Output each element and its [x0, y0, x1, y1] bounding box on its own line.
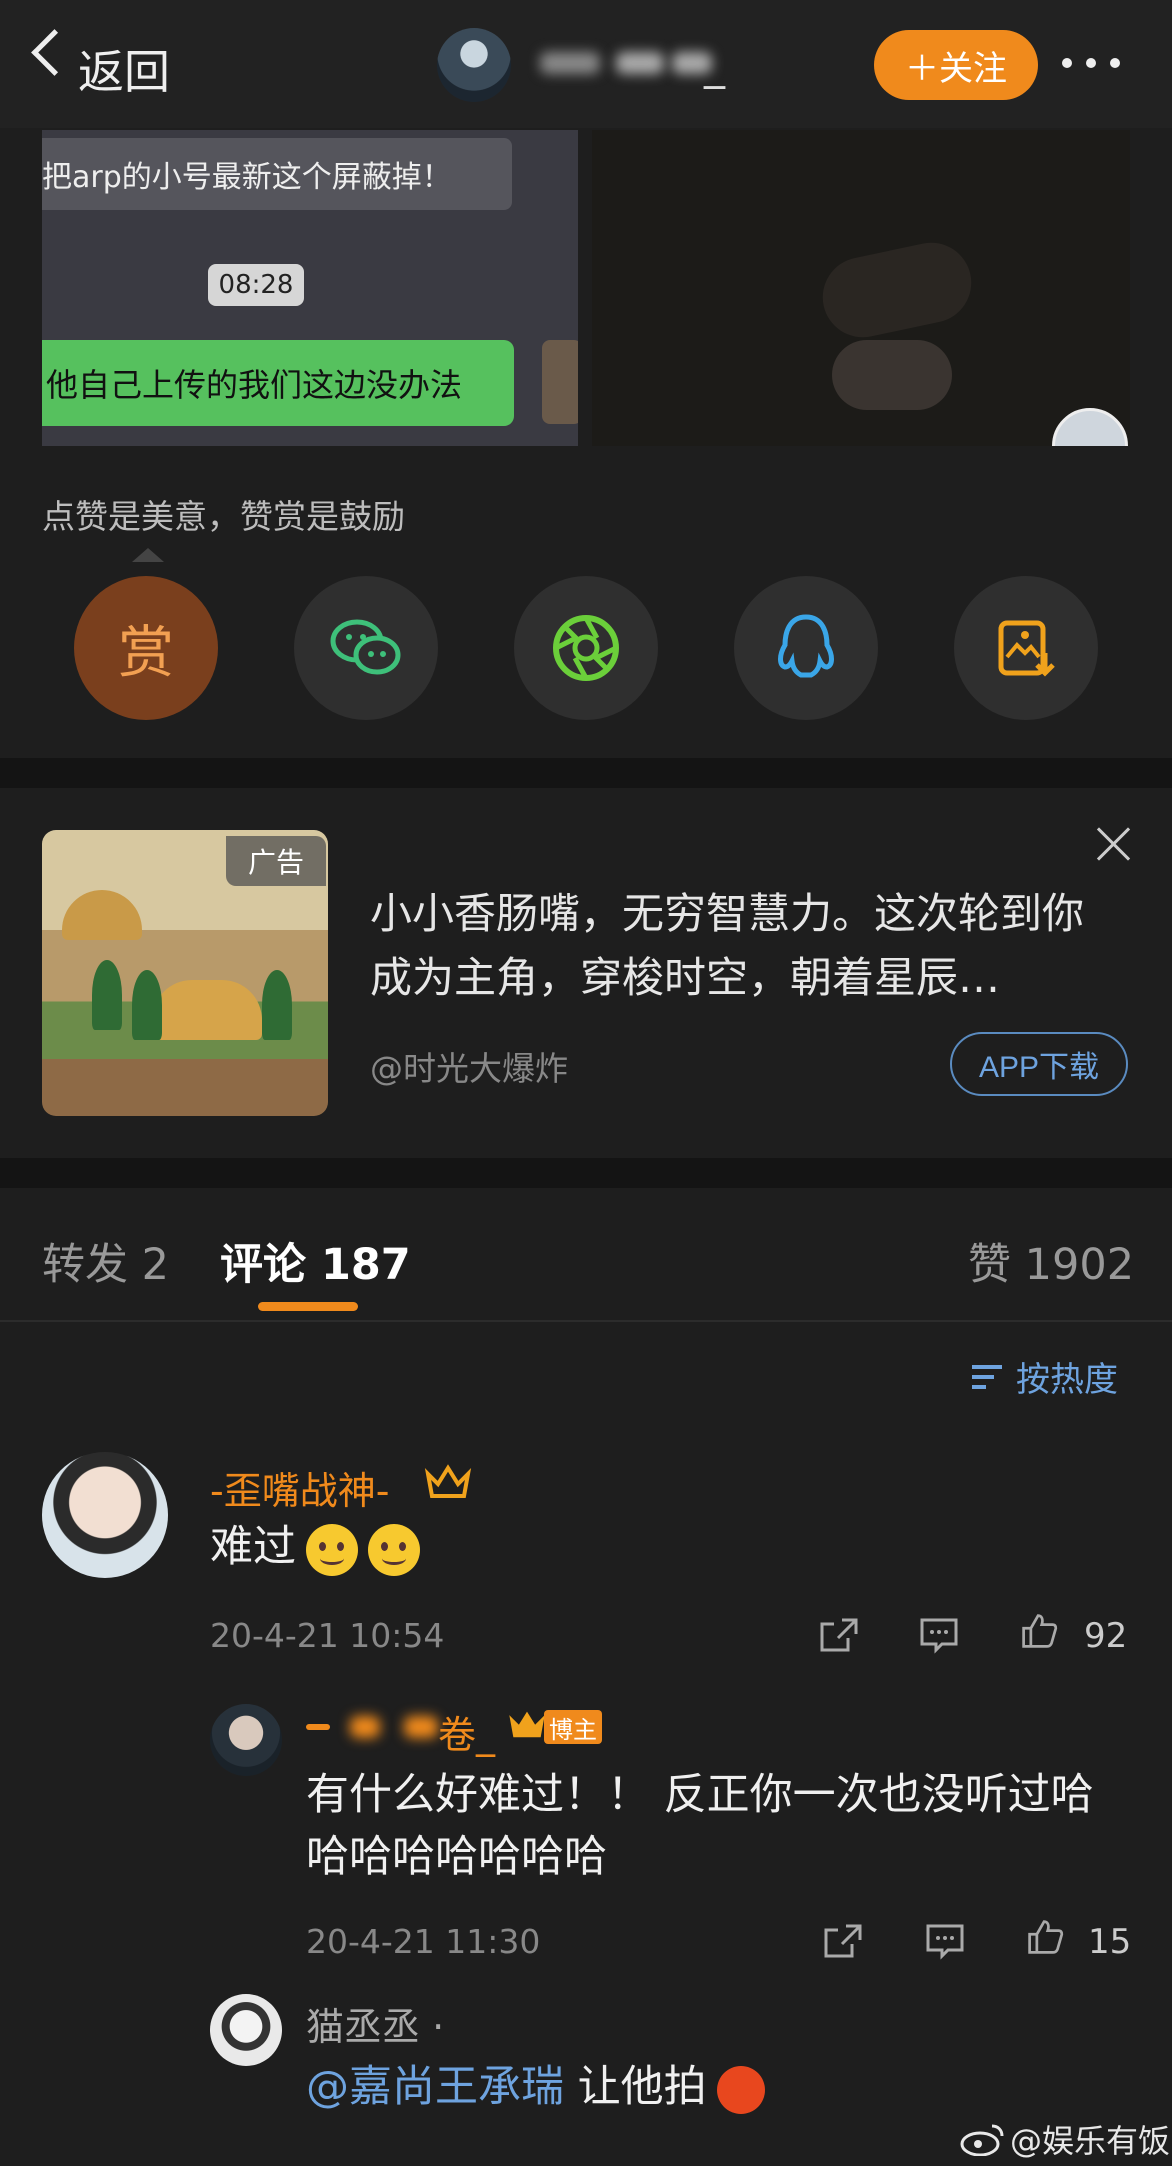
smile-emoji-icon	[306, 1523, 358, 1576]
photo-corner-avatar	[1052, 408, 1128, 446]
ad-art-tree	[92, 960, 122, 1030]
save-image-button[interactable]	[954, 576, 1098, 720]
reward-prompt: 点赞是美意，赞赏是鼓励	[42, 497, 405, 536]
chat-bubble-green-text: 他自己上传的我们这边没办法	[46, 366, 463, 404]
section-divider	[0, 1158, 1172, 1188]
comment-icon[interactable]	[924, 1922, 966, 1960]
section-divider	[0, 758, 1172, 788]
reply-name-suffix[interactable]: 卷_	[438, 1704, 495, 1759]
back-button[interactable]: 返回	[78, 36, 170, 102]
follow-button[interactable]: ＋关注	[874, 30, 1038, 100]
commenter-avatar[interactable]	[42, 1452, 168, 1578]
tooltip-arrow	[132, 548, 164, 562]
mention-link[interactable]: @嘉尚王承瑞	[306, 2062, 564, 2112]
ad-art-hut	[62, 890, 142, 940]
author-avatar[interactable]	[437, 28, 511, 102]
reply-text: 有什么好难过！！ 反正你一次也没听过哈哈哈哈哈哈哈哈	[306, 1770, 1094, 1882]
top-nav-bar: 返回 _ ＋关注	[0, 0, 1172, 128]
sub-reply-text: 让他拍	[564, 2062, 707, 2112]
comment-text: 难过	[210, 1522, 296, 1572]
author-name-redacted[interactable]	[526, 44, 726, 84]
crown-badge-icon	[424, 1464, 472, 1498]
tab-comments[interactable]: 评论 187	[220, 1230, 411, 1292]
ad-source[interactable]: @时光大爆炸	[370, 1042, 568, 1090]
reply-like-count: 15	[1088, 1922, 1132, 1962]
angry-emoji-icon	[716, 2065, 765, 2114]
more-options-icon[interactable]	[1062, 58, 1120, 68]
back-chevron-icon[interactable]	[31, 29, 78, 76]
comment-icon[interactable]	[918, 1616, 960, 1654]
crown-badge-icon	[509, 1711, 545, 1738]
ad-text[interactable]: 小小香肠嘴，无穷智慧力。这次轮到你成为主角，穿梭时空，朝着星辰…	[370, 882, 1100, 1010]
sort-icon	[972, 1363, 1006, 1391]
smile-emoji-icon	[368, 1523, 420, 1576]
post-image-dark-photo[interactable]	[592, 130, 1130, 446]
chat-bubble-grey-text: 把arp的小号最新这个屏蔽掉！	[42, 160, 452, 195]
commenter-name[interactable]: -歪嘴战神-	[210, 1460, 389, 1515]
repost-icon[interactable]	[818, 1616, 860, 1654]
sub-reply-body: @嘉尚王承瑞 让他拍	[306, 2056, 765, 2118]
sort-label: 按热度	[1016, 1360, 1118, 1400]
qq-share-button[interactable]	[734, 576, 878, 720]
ad-art-tree	[132, 970, 162, 1040]
active-tab-indicator	[258, 1302, 358, 1311]
ad-image[interactable]: 广告	[42, 830, 328, 1116]
close-icon[interactable]	[1096, 826, 1132, 862]
photo-figure-shadow	[832, 340, 952, 410]
save-image-icon	[998, 620, 1055, 677]
author-badge: 博主	[544, 1710, 602, 1744]
tab-likes[interactable]: 赞 1902	[968, 1230, 1134, 1292]
chat-time-stamp: 08:28	[208, 264, 304, 306]
wechat-icon	[330, 619, 401, 675]
post-image-chat-screenshot[interactable]: 把arp的小号最新这个屏蔽掉！ 08:28 他自己上传的我们这边没办法	[42, 130, 578, 446]
sub-reply-name[interactable]: 猫丞丞 ·	[306, 1996, 444, 2051]
repost-icon[interactable]	[822, 1922, 864, 1960]
sort-toggle[interactable]: 按热度	[972, 1352, 1118, 1401]
like-icon[interactable]	[1018, 1612, 1060, 1650]
reply-time: 20-4-21 11:30	[306, 1922, 541, 1961]
ad-art-tree	[262, 970, 292, 1040]
ad-badge: 广告	[226, 836, 326, 886]
weibo-logo-icon	[960, 2124, 1004, 2156]
qq-icon	[778, 614, 834, 678]
like-icon[interactable]	[1024, 1918, 1066, 1956]
author-reply-avatar[interactable]	[210, 1704, 282, 1776]
moments-icon	[553, 615, 619, 681]
app-download-button[interactable]: APP下载	[950, 1032, 1128, 1096]
chat-avatar	[542, 340, 578, 424]
like-count: 92	[1084, 1616, 1128, 1656]
photo-figure	[815, 235, 979, 345]
author-name-suffix: _	[704, 40, 725, 89]
watermark-text: @娱乐有饭	[1010, 2122, 1171, 2160]
watermark: @娱乐有饭	[960, 2116, 1170, 2162]
wechat-share-button[interactable]	[294, 576, 438, 720]
reply-name-redacted[interactable]	[306, 1706, 456, 1746]
ad-art-hut	[152, 980, 262, 1040]
comment-time: 20-4-21 10:54	[210, 1616, 445, 1655]
tab-divider	[0, 1320, 1172, 1322]
moments-share-button[interactable]	[514, 576, 658, 720]
reward-button[interactable]: 赏	[74, 576, 218, 720]
tab-repost[interactable]: 转发 2	[42, 1230, 169, 1292]
comment-body: 难过	[210, 1516, 420, 1578]
sub-reply-avatar[interactable]	[210, 1994, 282, 2066]
